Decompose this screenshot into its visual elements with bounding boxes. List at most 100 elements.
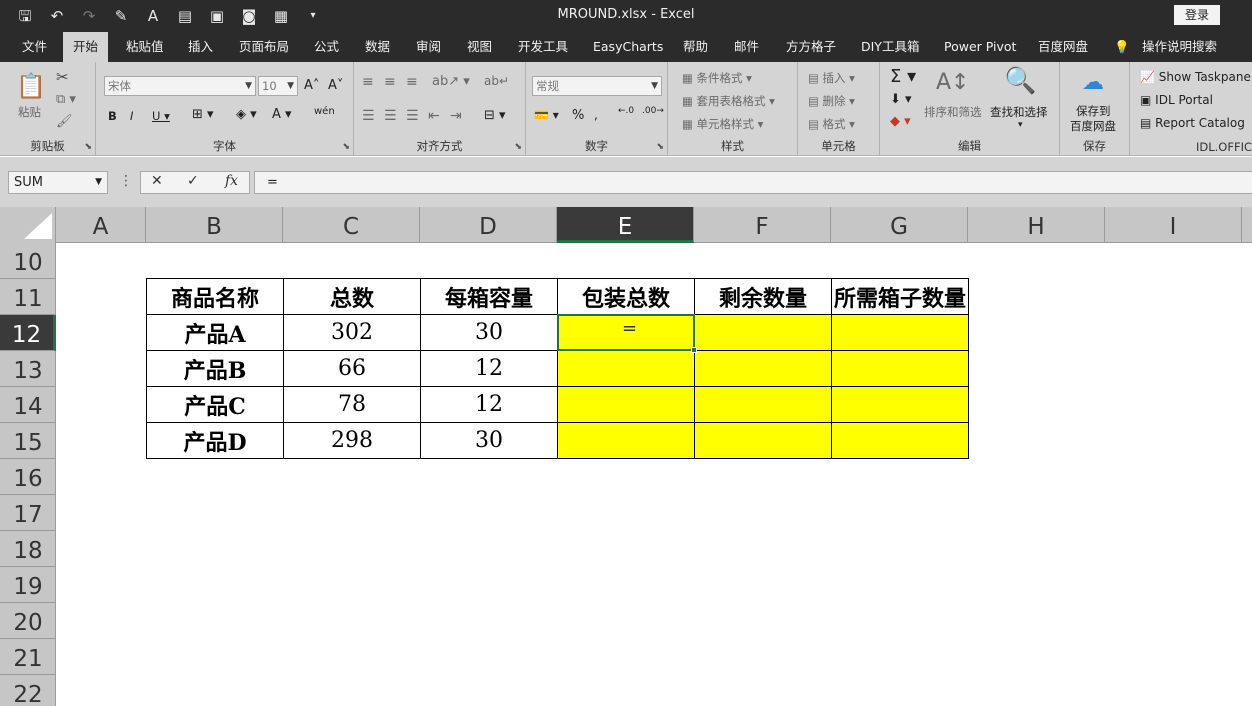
boxes-needed-cell[interactable] bbox=[831, 422, 969, 459]
table-header[interactable]: 剩余数量 bbox=[694, 278, 832, 315]
find-select-button[interactable]: 查找和选择 bbox=[990, 104, 1048, 120]
row-header[interactable]: 13 bbox=[0, 351, 56, 387]
product-name-cell[interactable]: 产品C bbox=[146, 386, 284, 423]
row-header[interactable]: 20 bbox=[0, 603, 56, 639]
fill-icon[interactable]: ⬇ ▾ bbox=[890, 92, 912, 107]
total-cell[interactable]: 298 bbox=[283, 422, 421, 459]
product-name-cell[interactable]: 产品D bbox=[146, 422, 284, 459]
tab-page-layout[interactable]: 页面布局 bbox=[239, 32, 289, 62]
report-catalog-button[interactable]: ▤ Report Catalog bbox=[1140, 116, 1245, 130]
border-icon[interactable]: ⊞ ▾ bbox=[192, 107, 214, 122]
format-as-table-button[interactable]: ▦ 套用表格格式 ▾ bbox=[682, 93, 775, 109]
align-middle-icon[interactable]: ≡ bbox=[384, 74, 396, 90]
clipboard-launcher-icon[interactable]: ⬊ bbox=[84, 142, 92, 152]
row-header[interactable]: 15 bbox=[0, 423, 56, 459]
align-left-icon[interactable]: ☰ bbox=[362, 108, 375, 124]
number-launcher-icon[interactable]: ⬊ bbox=[656, 142, 664, 152]
table-header[interactable]: 总数 bbox=[283, 278, 421, 315]
font-name-combo[interactable]: 宋体 ▼ bbox=[104, 76, 256, 96]
delete-cells-button[interactable]: ▤ 删除 ▾ bbox=[808, 93, 855, 109]
orientation-icon[interactable]: ab↗ ▾ bbox=[432, 74, 470, 89]
wrap-text-icon[interactable]: ab↵ bbox=[484, 74, 509, 88]
font-size-combo[interactable]: 10 ▼ bbox=[258, 76, 298, 96]
row-header[interactable]: 14 bbox=[0, 387, 56, 423]
save-to-line2[interactable]: 百度网盘 bbox=[1070, 118, 1116, 134]
column-header-selected[interactable]: E bbox=[557, 207, 694, 243]
alignment-launcher-icon[interactable]: ⬊ bbox=[514, 142, 522, 152]
column-header[interactable]: D bbox=[420, 207, 557, 243]
column-header[interactable]: F bbox=[694, 207, 831, 243]
tab-insert[interactable]: 插入 bbox=[188, 32, 213, 62]
tell-me-search[interactable]: 操作说明搜索 bbox=[1142, 32, 1217, 62]
format-cells-button[interactable]: ▤ 格式 ▾ bbox=[808, 116, 855, 132]
align-bottom-icon[interactable]: ≡ bbox=[406, 74, 418, 90]
row-header[interactable]: 16 bbox=[0, 459, 56, 495]
column-header[interactable]: I bbox=[1105, 207, 1242, 243]
select-all-button[interactable] bbox=[0, 207, 56, 243]
table-header[interactable]: 所需箱子数量 bbox=[831, 278, 969, 315]
tab-review[interactable]: 审阅 bbox=[416, 32, 441, 62]
enter-icon[interactable]: ✓ bbox=[187, 173, 199, 189]
row-header[interactable]: 22 bbox=[0, 675, 56, 706]
clear-icon[interactable]: ◆ ▾ bbox=[890, 114, 911, 129]
boxes-needed-cell[interactable] bbox=[831, 314, 969, 351]
tab-baidu-netdisk[interactable]: 百度网盘 bbox=[1038, 32, 1088, 62]
column-header[interactable]: H bbox=[968, 207, 1105, 243]
merge-icon[interactable]: ⊟ ▾ bbox=[484, 108, 506, 123]
tab-file[interactable]: 文件 bbox=[18, 32, 51, 62]
formula-input[interactable]: = bbox=[254, 171, 1252, 194]
column-header[interactable]: G bbox=[831, 207, 968, 243]
autosum-icon[interactable]: Σ ▾ bbox=[890, 66, 916, 87]
row-header[interactable]: 10 bbox=[0, 243, 56, 279]
total-cell[interactable]: 78 bbox=[283, 386, 421, 423]
tab-mail[interactable]: 邮件 bbox=[734, 32, 759, 62]
sort-filter-button[interactable]: 排序和筛选 bbox=[924, 104, 982, 120]
increase-decimal-icon[interactable]: ←.0 bbox=[618, 106, 634, 116]
increase-font-icon[interactable]: A˄ bbox=[304, 78, 319, 93]
paste-icon[interactable]: 📋 bbox=[16, 72, 46, 100]
row-header[interactable]: 17 bbox=[0, 495, 56, 531]
package-total-cell[interactable] bbox=[557, 386, 695, 423]
product-name-cell[interactable]: 产品B bbox=[146, 350, 284, 387]
remaining-cell[interactable] bbox=[694, 314, 832, 351]
currency-icon[interactable]: 💳 ▾ bbox=[534, 108, 559, 122]
save-to-line1[interactable]: 保存到 bbox=[1076, 103, 1111, 119]
package-total-cell[interactable] bbox=[557, 422, 695, 459]
tab-data[interactable]: 数据 bbox=[365, 32, 390, 62]
percent-icon[interactable]: % bbox=[572, 108, 584, 123]
row-header[interactable]: 21 bbox=[0, 639, 56, 675]
sort-filter-icon[interactable]: A↕ bbox=[936, 70, 969, 95]
row-header-selected[interactable]: 12 bbox=[0, 315, 56, 351]
name-box[interactable]: SUM ▼ bbox=[8, 171, 108, 194]
phonetic-icon[interactable]: wén bbox=[314, 106, 335, 117]
tab-home[interactable]: 开始 bbox=[63, 32, 109, 62]
fill-color-icon[interactable]: ◈ ▾ bbox=[236, 107, 257, 122]
conditional-format-button[interactable]: ▦ 条件格式 ▾ bbox=[682, 70, 752, 86]
align-top-icon[interactable]: ≡ bbox=[362, 74, 374, 90]
format-painter-icon[interactable]: 🖌 bbox=[56, 114, 73, 129]
column-header[interactable]: A bbox=[56, 207, 146, 243]
total-cell[interactable]: 66 bbox=[283, 350, 421, 387]
copy-icon[interactable]: ⧉ ▾ bbox=[56, 92, 76, 107]
insert-function-icon[interactable]: fx bbox=[225, 173, 238, 189]
remaining-cell[interactable] bbox=[694, 350, 832, 387]
cancel-icon[interactable]: ✕ bbox=[151, 173, 163, 189]
active-cell-edit-text[interactable]: = bbox=[622, 318, 637, 339]
number-format-combo[interactable]: 常规 ▼ bbox=[532, 76, 662, 96]
row-header[interactable]: 18 bbox=[0, 531, 56, 567]
font-launcher-icon[interactable]: ⬊ bbox=[342, 142, 350, 152]
baidu-cloud-icon[interactable]: ☁ bbox=[1082, 70, 1104, 95]
idl-portal-button[interactable]: ▣ IDL Portal bbox=[1140, 93, 1213, 107]
product-name-cell[interactable]: 产品A bbox=[146, 314, 284, 351]
cut-icon[interactable]: ✂ bbox=[56, 68, 69, 86]
table-header[interactable]: 包装总数 bbox=[557, 278, 695, 315]
italic-button[interactable]: I bbox=[130, 109, 133, 123]
table-header[interactable]: 商品名称 bbox=[146, 278, 284, 315]
bold-button[interactable]: B bbox=[108, 109, 117, 123]
find-select-icon[interactable]: 🔍 bbox=[1004, 66, 1036, 96]
tab-easycharts[interactable]: EasyCharts bbox=[593, 32, 663, 62]
column-header[interactable]: C bbox=[283, 207, 420, 243]
table-header[interactable]: 每箱容量 bbox=[420, 278, 558, 315]
row-header[interactable]: 11 bbox=[0, 279, 56, 315]
insert-cells-button[interactable]: ▤ 插入 ▾ bbox=[808, 70, 855, 86]
